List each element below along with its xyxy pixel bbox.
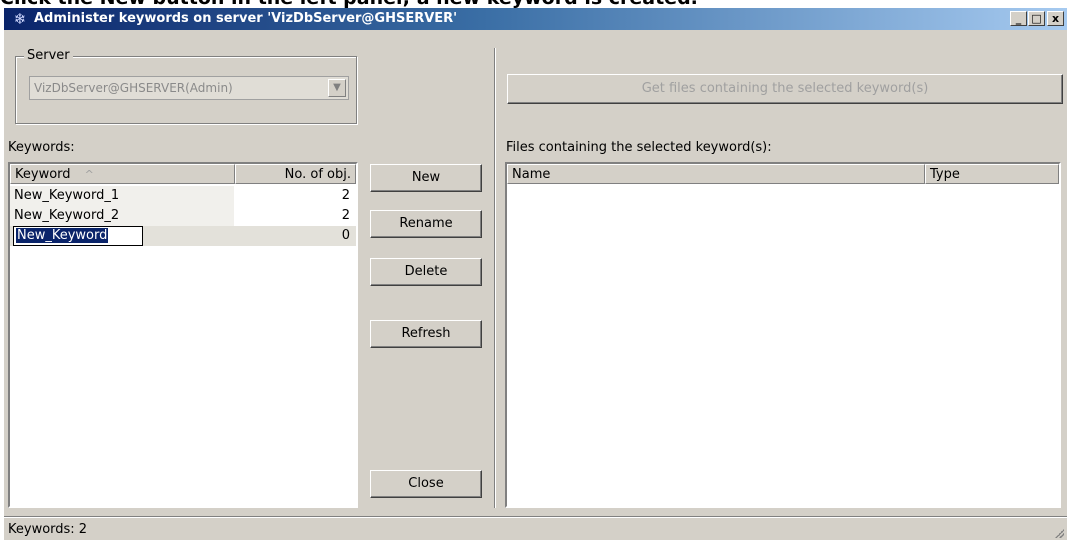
server-combobox-value: VizDbServer@GHSERVER(Admin) (34, 81, 233, 95)
chevron-down-icon[interactable]: ▼ (328, 79, 346, 97)
new-button[interactable]: New (370, 164, 482, 192)
keywords-list[interactable]: Keyword ^ No. of obj. New_Keyword_1 2 Ne… (8, 162, 358, 508)
files-list-header: Name Type (507, 164, 1059, 184)
keyword-cell: New_Keyword_2 (14, 208, 120, 223)
count-cell: 2 (341, 208, 350, 223)
keywords-list-header: Keyword ^ No. of obj. (10, 164, 356, 184)
keywords-dialog: ❄ Administer keywords on server 'VizDbSe… (4, 8, 1067, 540)
column-header-type[interactable]: Type (925, 164, 1059, 184)
delete-button[interactable]: Delete (370, 258, 482, 286)
column-header-name[interactable]: Name (507, 164, 925, 184)
table-row-editing[interactable]: New_Keyword 0 (10, 226, 356, 246)
table-row[interactable]: New_Keyword_2 (10, 206, 234, 226)
snowflake-icon: ❄ (13, 10, 27, 28)
column-header-keyword[interactable]: Keyword ^ (10, 164, 235, 184)
close-window-button[interactable]: x (1047, 11, 1064, 26)
count-cell: 0 (341, 228, 350, 243)
table-row-count[interactable]: 2 (234, 206, 356, 226)
table-row[interactable]: New_Keyword_1 (10, 186, 234, 206)
table-row-count[interactable]: 2 (234, 186, 356, 206)
files-list[interactable]: Name Type (505, 162, 1061, 508)
keyword-rename-input[interactable]: New_Keyword (13, 226, 143, 246)
server-group-label: Server (24, 48, 73, 63)
maximize-button[interactable]: □ (1028, 11, 1045, 26)
keyword-rename-selection: New_Keyword (16, 228, 109, 243)
title-bar[interactable]: ❄ Administer keywords on server 'VizDbSe… (4, 8, 1067, 30)
keywords-label: Keywords: (8, 140, 75, 155)
rename-button[interactable]: Rename (370, 210, 482, 238)
keyword-cell: New_Keyword_1 (14, 188, 120, 203)
minimize-button[interactable]: _ (1010, 11, 1027, 26)
server-combobox[interactable]: VizDbServer@GHSERVER(Admin) ▼ (29, 76, 349, 100)
get-files-button[interactable]: Get files containing the selected keywor… (507, 74, 1063, 104)
close-button[interactable]: Close (370, 470, 482, 498)
top-caption-fragment: Click the New button in the left panel; … (0, 0, 1067, 8)
sort-ascending-icon: ^ (84, 168, 94, 181)
status-bar: Keywords: 2 (4, 516, 1067, 541)
count-cell: 2 (341, 188, 350, 203)
refresh-button[interactable]: Refresh (370, 320, 482, 348)
window-title: Administer keywords on server 'VizDbServ… (34, 11, 458, 26)
panel-divider (494, 48, 496, 508)
resize-grip-icon[interactable] (1054, 528, 1064, 538)
column-header-keyword-label: Keyword (15, 167, 71, 182)
files-label: Files containing the selected keyword(s)… (506, 140, 772, 155)
column-header-count[interactable]: No. of obj. (235, 164, 356, 184)
status-text: Keywords: 2 (8, 522, 88, 537)
